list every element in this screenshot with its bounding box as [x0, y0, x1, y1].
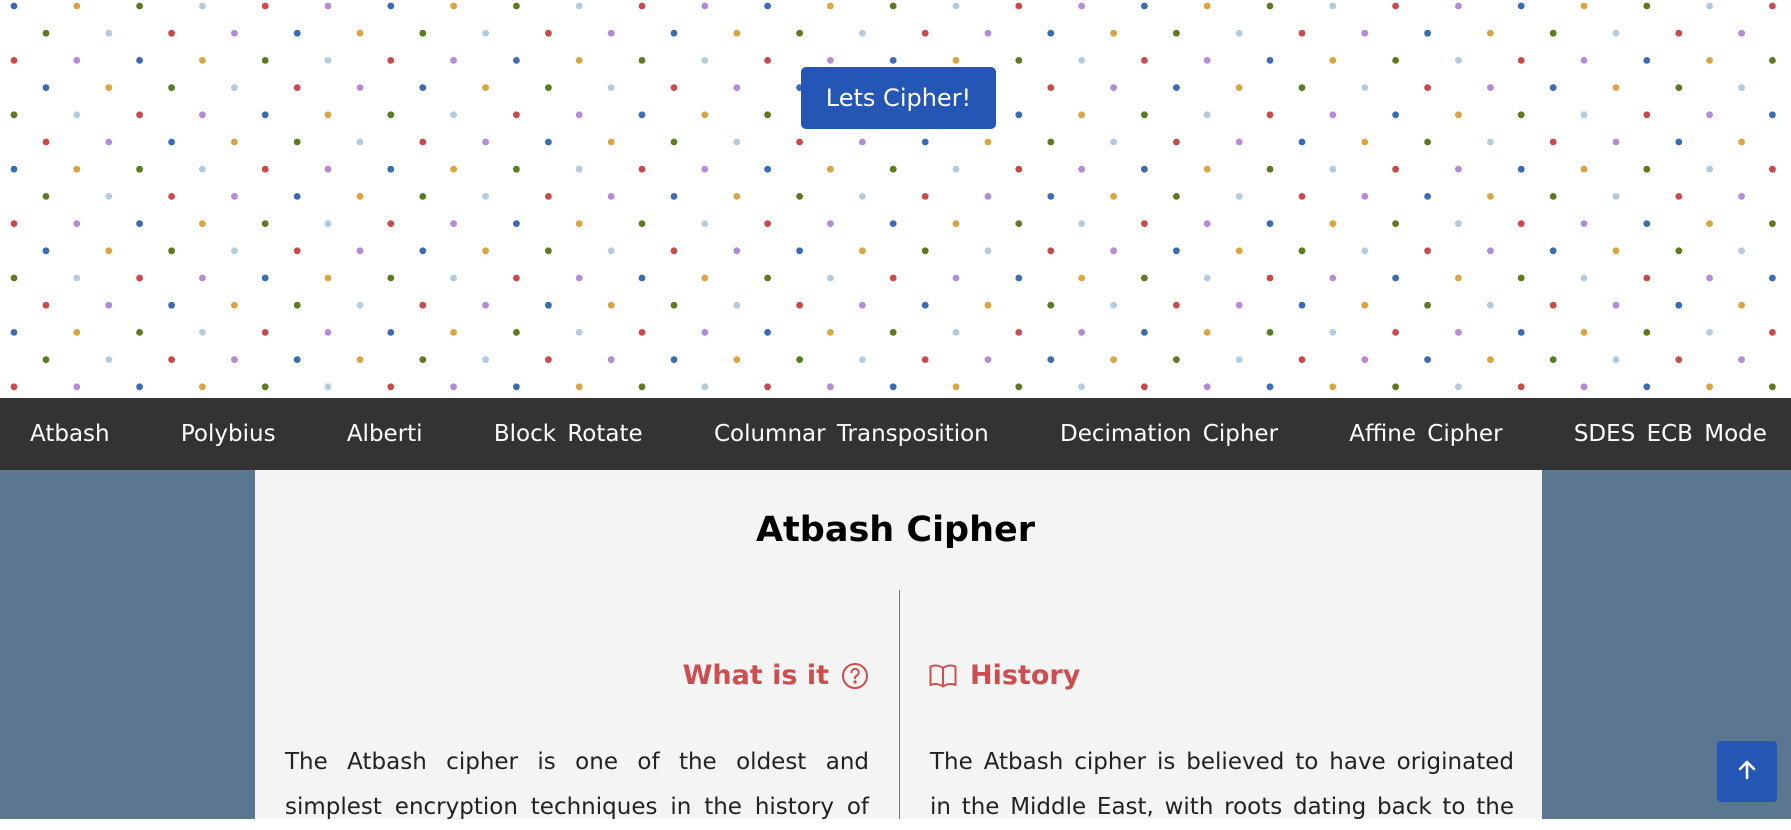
column-divider [899, 590, 900, 819]
what-is-it-heading-label: What is it [682, 660, 829, 691]
question-circle-icon [841, 662, 869, 690]
nav-item-atbash[interactable]: Atbash [30, 421, 110, 447]
what-is-it-heading: What is it [683, 660, 869, 691]
nav-item-alberti[interactable]: Alberti [347, 421, 423, 447]
history-text-line: The Atbash cipher is believed to have or… [930, 749, 1514, 775]
what-is-it-text-line: simplest encryption techniques in the hi… [285, 794, 869, 820]
book-open-icon [929, 663, 957, 689]
what-is-it-text-line: The Atbash cipher is one of the oldest a… [285, 749, 869, 775]
nav-item-affine-cipher[interactable]: Affine Cipher [1349, 421, 1502, 447]
nav-item-decimation-cipher[interactable]: Decimation Cipher [1060, 421, 1278, 447]
lets-cipher-button[interactable]: Lets Cipher! [801, 67, 996, 129]
history-text-line: in the Middle East, with roots dating ba… [930, 794, 1514, 820]
what-is-it-text: The Atbash cipher is one of the oldest a… [285, 740, 869, 830]
scroll-to-top-button[interactable] [1717, 741, 1777, 802]
history-text: The Atbash cipher is believed to have or… [930, 740, 1514, 830]
hero-section: Lets Cipher! [0, 0, 1791, 398]
cipher-nav-bar: Atbash Polybius Alberti Block Rotate Col… [0, 398, 1791, 470]
nav-item-columnar-transposition[interactable]: Columnar Transposition [714, 421, 989, 447]
arrow-up-icon [1735, 758, 1759, 786]
polka-dot-background [10, 2, 1776, 391]
nav-item-polybius[interactable]: Polybius [181, 421, 276, 447]
nav-item-sdes-ecb-mode[interactable]: SDES ECB Mode [1574, 421, 1767, 447]
nav-item-block-rotate[interactable]: Block Rotate [494, 421, 643, 447]
history-heading: History [929, 660, 1080, 691]
history-heading-label: History [970, 660, 1081, 691]
page-title: Atbash Cipher [755, 510, 1036, 550]
